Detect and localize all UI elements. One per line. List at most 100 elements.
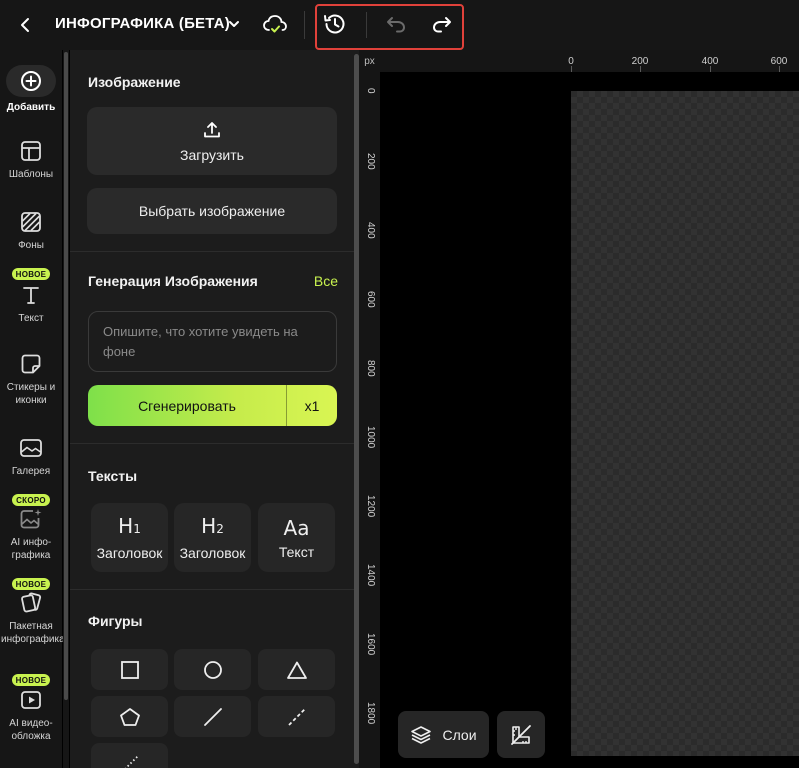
soon-badge: СКОРО (12, 494, 50, 506)
rail-scrollbar[interactable] (63, 50, 69, 768)
heading2-label: Заголовок (179, 545, 246, 561)
rail-label: AI видео-обложка (9, 718, 53, 742)
back-button[interactable] (12, 12, 38, 38)
ruler-left-label: 400 (365, 222, 376, 239)
generate-button-group: Сгенерировать x1 (88, 385, 337, 426)
chevron-down-icon (229, 21, 239, 27)
upload-label: Загрузить (180, 147, 244, 163)
shape-pentagon-button[interactable] (91, 696, 168, 737)
heading2-card[interactable]: H2 Заголовок (174, 503, 251, 572)
rail-label: Текст (18, 313, 44, 324)
rail-label: Галерея (11, 466, 51, 477)
ai-image-icon (20, 509, 42, 529)
shape-circle-button[interactable] (174, 649, 251, 690)
section-divider (70, 251, 354, 252)
new-badge: НОВОЕ (12, 578, 50, 590)
gallery-icon (20, 439, 42, 457)
heading1-card[interactable]: H1 Заголовок (91, 503, 168, 572)
rail-item-backgrounds[interactable]: Фоны (0, 209, 62, 252)
left-nav-rail: Добавить Шаблоны Фоны НОВОЕ Текст Стикер… (0, 50, 65, 768)
shape-square-button[interactable] (91, 649, 168, 690)
ruler-left-label: 1800 (365, 702, 376, 725)
pentagon-icon (119, 707, 140, 726)
texts-section-title: Тексты (88, 468, 138, 484)
background-pattern-icon (21, 212, 41, 232)
project-title[interactable]: ИНФОГРАФИКА (БЕТА) (55, 15, 230, 32)
cloud-saved-button[interactable] (261, 10, 289, 38)
chevron-left-icon (21, 18, 29, 32)
dotted-line-icon (123, 754, 139, 768)
rail-scrollbar-thumb[interactable] (64, 52, 68, 700)
undo-icon (387, 17, 406, 33)
ruler-left-label: 600 (365, 291, 376, 308)
redo-button[interactable] (429, 11, 455, 37)
shape-dashed-line-button[interactable] (258, 696, 335, 737)
rail-label: Шаблоны (8, 169, 54, 180)
shapes-section-title: Фигуры (88, 613, 143, 629)
rail-item-stickers[interactable]: Стикеры и иконки (0, 351, 62, 407)
text-icon (23, 287, 39, 304)
rail-item-batch-infographic[interactable]: Пакетная инфографика (0, 590, 65, 646)
shape-dotted-line-button[interactable] (91, 743, 168, 768)
generate-button[interactable]: Сгенерировать (88, 385, 286, 426)
rail-add-pill (6, 65, 56, 97)
rail-label: Добавить (6, 102, 56, 113)
history-button[interactable] (321, 10, 349, 38)
ruler-left-label: 800 (365, 360, 376, 377)
new-badge: НОВОЕ (12, 268, 50, 280)
rail-item-templates[interactable]: Шаблоны (0, 138, 62, 181)
template-icon (21, 141, 41, 161)
rail-item-gallery[interactable]: Галерея (0, 435, 62, 478)
ruler-unit: px (359, 50, 380, 72)
section-divider (70, 589, 354, 590)
undo-button[interactable] (383, 11, 409, 37)
triangle-icon (286, 661, 307, 679)
left-ruler (359, 72, 380, 768)
heading1-glyph: H1 (118, 514, 141, 538)
video-play-icon (21, 691, 41, 709)
upload-icon (204, 122, 220, 138)
rail-item-add[interactable]: Добавить (0, 65, 62, 114)
body-text-card[interactable]: Aa Текст (258, 503, 335, 572)
ruler-left-label: 1600 (365, 633, 376, 656)
cloud-check-icon (263, 15, 287, 33)
artboard[interactable] (571, 91, 799, 756)
choose-image-button[interactable]: Выбрать изображение (87, 188, 337, 234)
ruler-left-label: 0 (365, 88, 376, 94)
upload-button[interactable]: Загрузить (87, 107, 337, 175)
rail-label: Пакетная инфографика (1, 621, 65, 645)
add-panel: Изображение Загрузить Выбрать изображени… (70, 50, 354, 768)
body-text-label: Текст (278, 543, 315, 560)
sticker-icon (21, 354, 41, 374)
section-divider (70, 443, 354, 444)
rail-item-ai-video-cover[interactable]: AI видео-обложка (0, 687, 62, 743)
top-ruler (359, 50, 799, 72)
plus-circle-icon (21, 71, 41, 91)
new-badge: НОВОЕ (12, 674, 50, 686)
heading1-label: Заголовок (96, 545, 163, 561)
square-icon (120, 660, 139, 679)
ruler-left-label: 1200 (365, 495, 376, 518)
history-icon (324, 14, 345, 34)
dashed-line-icon (287, 707, 306, 726)
layers-button[interactable]: Слои (398, 711, 489, 758)
generation-all-link[interactable]: Все (314, 273, 338, 289)
generation-section-title: Генерация Изображения (88, 273, 258, 289)
layers-icon (411, 725, 432, 744)
choose-image-label: Выбрать изображение (138, 203, 286, 219)
line-icon (203, 707, 222, 726)
rail-item-ai-infographic[interactable]: AI инфо-графика (0, 506, 62, 562)
title-dropdown-button[interactable] (226, 14, 242, 34)
body-text-glyph: Aa (283, 515, 310, 540)
ruler-off-icon (511, 724, 531, 745)
generation-prompt-input[interactable]: Опишите, что хотите увидеть на фоне (88, 311, 337, 372)
heading2-glyph: H2 (201, 514, 224, 538)
rail-item-text[interactable]: Текст (0, 282, 62, 325)
generate-count-button[interactable]: x1 (286, 385, 337, 426)
rulers-toggle-button[interactable] (497, 711, 545, 758)
shape-line-button[interactable] (174, 696, 251, 737)
rail-label: Стикеры и иконки (6, 382, 56, 406)
rail-label: AI инфо-графика (10, 537, 52, 561)
shape-triangle-button[interactable] (258, 649, 335, 690)
layers-label: Слои (442, 726, 477, 743)
